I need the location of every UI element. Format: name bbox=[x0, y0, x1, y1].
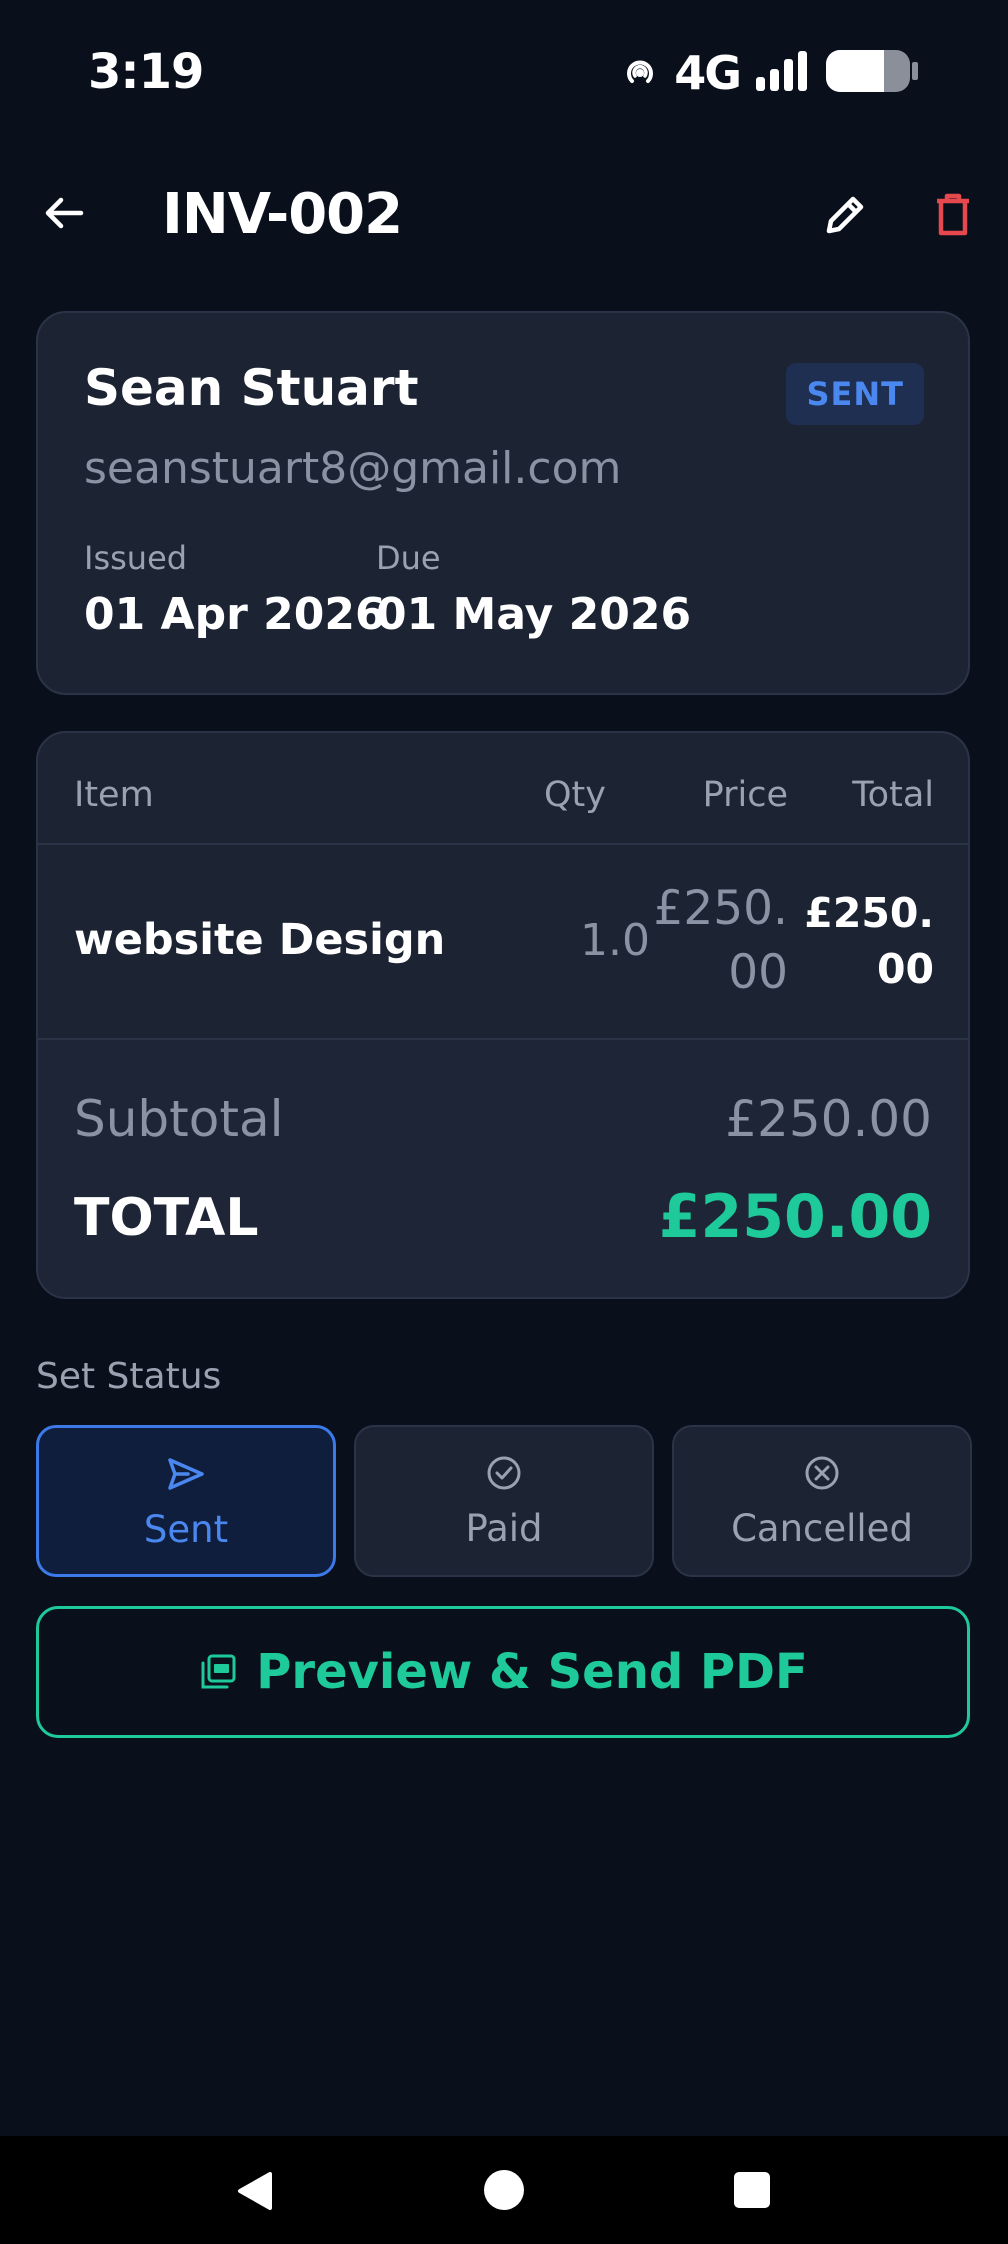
issued-label: Issued bbox=[84, 539, 188, 577]
nav-back-icon[interactable] bbox=[234, 2170, 274, 2212]
nav-recents-icon[interactable] bbox=[734, 2172, 770, 2208]
edit-button[interactable] bbox=[812, 182, 878, 248]
pdf-button-label: Preview & Send PDF bbox=[256, 1644, 808, 1700]
column-header-qty: Qty bbox=[544, 775, 606, 815]
check-circle-icon bbox=[487, 1456, 521, 1490]
client-name: Sean Stuart bbox=[84, 359, 419, 417]
header-divider bbox=[38, 843, 968, 845]
nav-home-icon[interactable] bbox=[484, 2170, 524, 2210]
item-qty: 1.0 bbox=[580, 915, 650, 966]
signal-icon bbox=[754, 49, 810, 97]
column-header-price: Price bbox=[702, 775, 788, 815]
back-arrow-icon bbox=[45, 197, 84, 229]
send-icon bbox=[168, 1458, 204, 1490]
x-circle-icon bbox=[805, 1456, 839, 1490]
trash-icon bbox=[937, 193, 969, 236]
due-label: Due bbox=[376, 539, 441, 577]
status-option-label: Cancelled bbox=[731, 1507, 913, 1550]
status-option-label: Sent bbox=[143, 1508, 229, 1551]
pdf-icon bbox=[201, 1654, 236, 1689]
item-price: £250.00 bbox=[653, 881, 788, 1000]
network-type: 4G bbox=[674, 46, 742, 100]
status-option-paid[interactable]: Paid bbox=[354, 1425, 654, 1577]
column-header-total: Total bbox=[852, 775, 934, 815]
items-table: Item Qty Price Total website Design 1.0 … bbox=[36, 731, 970, 1299]
totals-section: Subtotal £250.00 TOTAL £250.00 bbox=[38, 1040, 968, 1297]
status-badge: SENT bbox=[786, 363, 924, 425]
status-option-label: Paid bbox=[465, 1507, 543, 1550]
delete-button[interactable] bbox=[920, 182, 986, 248]
page-title: INV-002 bbox=[162, 182, 403, 247]
subtotal-value: £250.00 bbox=[725, 1090, 932, 1148]
system-nav-bar bbox=[0, 2136, 1008, 2244]
item-name: website Design bbox=[74, 915, 446, 965]
column-header-item: Item bbox=[74, 775, 154, 815]
status-time: 3:19 bbox=[88, 44, 204, 100]
item-total: £250.00 bbox=[804, 889, 934, 993]
status-icons: 4G bbox=[620, 48, 920, 98]
pencil-icon bbox=[826, 196, 864, 234]
status-option-cancelled[interactable]: Cancelled bbox=[672, 1425, 972, 1577]
set-status-label: Set Status bbox=[36, 1356, 222, 1397]
status-option-sent[interactable]: Sent bbox=[36, 1425, 336, 1577]
battery-icon bbox=[824, 48, 920, 98]
back-button[interactable] bbox=[30, 180, 96, 246]
issued-date: 01 Apr 2026 bbox=[84, 589, 386, 640]
client-email: seanstuart8@gmail.com bbox=[84, 443, 622, 494]
status-bar: 3:19 4G bbox=[0, 0, 1008, 150]
app-bar: INV-002 bbox=[0, 170, 1008, 260]
subtotal-label: Subtotal bbox=[74, 1090, 284, 1148]
due-date: 01 May 2026 bbox=[376, 589, 692, 640]
hotspot-icon bbox=[620, 51, 660, 95]
total-value: £250.00 bbox=[658, 1182, 932, 1252]
client-card: Sean Stuart SENT seanstuart8@gmail.com I… bbox=[36, 311, 970, 695]
preview-send-pdf-button[interactable]: Preview & Send PDF bbox=[36, 1606, 970, 1738]
total-label: TOTAL bbox=[74, 1188, 259, 1248]
